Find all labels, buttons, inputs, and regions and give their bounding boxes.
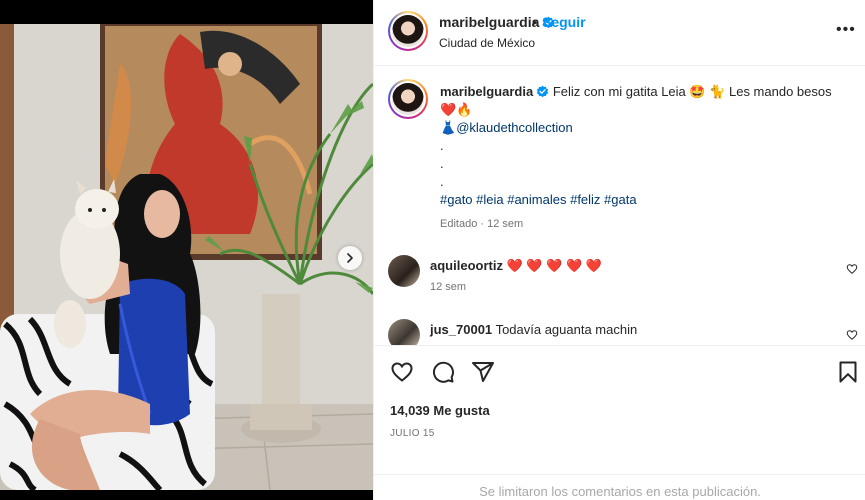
comment-bubble-icon[interactable] <box>431 360 455 384</box>
caption-username[interactable]: maribelguardia <box>440 84 533 99</box>
author-avatar[interactable] <box>388 11 428 51</box>
caption-body: maribelguardia Feliz con mi gatita Leia … <box>440 83 840 233</box>
caption-hashtags[interactable]: #gato #leia #animales #feliz #gata <box>440 192 637 207</box>
verified-badge-icon <box>537 85 549 98</box>
commenter-avatar[interactable] <box>388 319 420 345</box>
caption-dot-3: . <box>440 174 444 189</box>
caption-dot-2: . <box>440 156 444 171</box>
post-media <box>0 0 373 500</box>
bookmark-icon[interactable] <box>836 360 860 384</box>
next-photo-button[interactable] <box>338 246 362 270</box>
dress-emoji: 👗 <box>440 120 457 135</box>
comment-text: ❤️ ❤️ ❤️ ❤️ ❤️ <box>506 258 602 273</box>
author-username[interactable]: maribelguardia <box>439 14 539 30</box>
more-options-button[interactable]: ••• <box>836 22 856 38</box>
caption-meta: Editado · 12 sem <box>440 218 524 230</box>
comments-section: maribelguardia Feliz con mi gatita Leia … <box>374 67 865 345</box>
caption-dot-1: . <box>440 138 444 153</box>
comment-like-heart-icon[interactable] <box>846 329 858 341</box>
caption-avatar[interactable] <box>388 79 428 119</box>
comment-text-row: jus_70001 Todavía aguanta machin <box>430 322 637 337</box>
comment-text-row: aquileoortiz ❤️ ❤️ ❤️ ❤️ ❤️ <box>430 258 602 274</box>
comment-like-heart-icon[interactable] <box>846 263 858 275</box>
post-side-panel: maribelguardia • Seguir Ciudad de México… <box>373 0 865 500</box>
post-location[interactable]: Ciudad de México <box>439 36 535 50</box>
post-modal: maribelguardia • Seguir Ciudad de México… <box>0 0 865 500</box>
comment-meta: 12 sem <box>430 281 467 293</box>
comments-limited-notice: Se limitaron los comentarios en esta pub… <box>374 474 865 500</box>
comment-item: jus_70001 Todavía aguanta machin <box>388 319 858 345</box>
commenter-avatar[interactable] <box>388 255 420 287</box>
post-photo[interactable] <box>0 24 373 490</box>
comments-limited-text: Se limitaron los comentarios en esta pub… <box>479 484 761 499</box>
author-name-row: maribelguardia <box>439 14 555 30</box>
follow-button[interactable]: Seguir <box>542 14 586 30</box>
comment-item: aquileoortiz ❤️ ❤️ ❤️ ❤️ ❤️ 12 sem <box>388 255 858 295</box>
photo-illustration <box>0 24 373 490</box>
header-separator: • <box>532 14 537 30</box>
chevron-right-icon <box>347 253 353 263</box>
comment-text: Todavía aguanta machin <box>495 322 638 337</box>
post-header: maribelguardia • Seguir Ciudad de México… <box>374 0 865 66</box>
paper-plane-icon[interactable] <box>471 360 495 384</box>
post-date[interactable]: JULIO 15 <box>390 428 435 439</box>
commenter-username[interactable]: aquileoortiz <box>430 258 503 273</box>
post-actions <box>374 345 865 389</box>
heart-outline-icon[interactable] <box>390 360 414 384</box>
commenter-username[interactable]: jus_70001 <box>430 322 492 337</box>
caption-mention[interactable]: @klaudethcollection <box>456 120 573 135</box>
likes-count[interactable]: 14,039 Me gusta <box>390 403 490 418</box>
